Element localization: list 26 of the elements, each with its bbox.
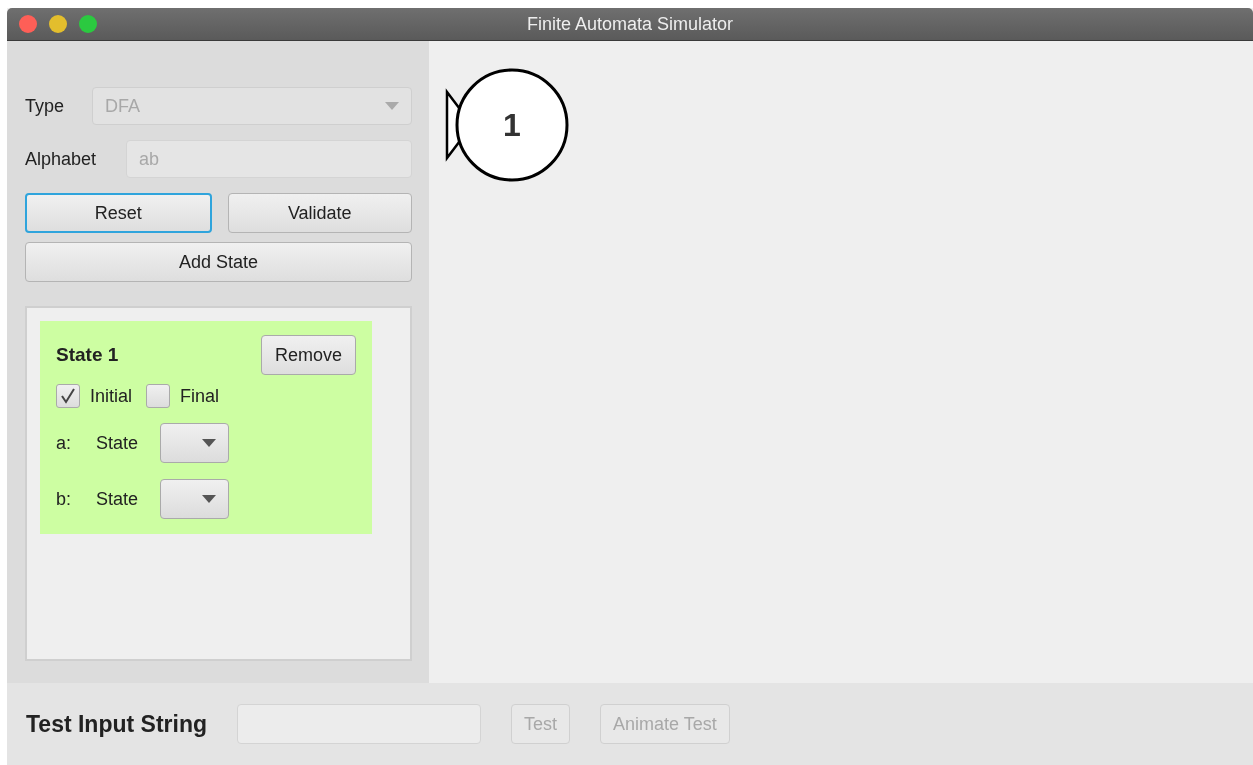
close-button[interactable] [19, 15, 37, 33]
symbol-label: a: [56, 432, 72, 454]
final-checkbox[interactable] [146, 384, 171, 408]
state-label: State [96, 488, 140, 510]
initial-checkbox[interactable] [56, 384, 80, 408]
state-title: State 1 [56, 344, 119, 366]
state-label: State [96, 432, 140, 454]
dropdown-arrow-icon [202, 495, 216, 503]
final-label: Final [180, 385, 220, 407]
symbol-label: b: [56, 488, 72, 510]
alphabet-label: Alphabet [25, 148, 97, 170]
state-dropdown[interactable] [160, 423, 229, 463]
dropdown-arrow-icon [385, 102, 399, 110]
initial-label: Initial [90, 385, 133, 407]
dropdown-arrow-icon [202, 439, 216, 447]
type-label: Type [25, 95, 65, 117]
test-input-label: Test Input String [26, 710, 207, 738]
minimize-button[interactable] [49, 15, 67, 33]
test-input-field[interactable] [237, 704, 481, 744]
window-title: Finite Automata Simulator [526, 13, 734, 34]
reset-button[interactable]: Reset [25, 193, 212, 233]
state-dropdown[interactable] [160, 479, 229, 519]
validate-button[interactable]: Validate [227, 193, 412, 233]
add-state-button[interactable]: Add State [25, 242, 412, 282]
remove-button[interactable]: Remove [260, 335, 356, 375]
zoom-button[interactable] [79, 15, 97, 33]
